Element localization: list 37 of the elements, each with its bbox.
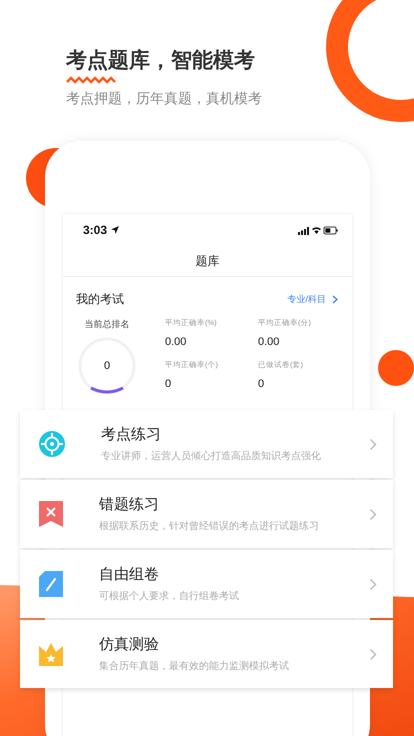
feature-title: 自由组卷	[99, 565, 160, 584]
bookmark-x-icon	[38, 500, 64, 528]
stat-value: 0.00	[258, 336, 280, 348]
chevron-icon	[369, 578, 377, 590]
zigzag-underline	[66, 76, 118, 84]
chevron-icon	[332, 295, 338, 304]
feature-description: 根据联系历史，针对曾经错误的考点进行试题练习	[99, 520, 320, 533]
ring-drawing	[77, 336, 137, 396]
feature-description: 可根据个人要求，自行组卷考试	[99, 590, 240, 603]
feature-card[interactable]: 仿真测验 集合历年真题，最有效的能力监测模拟考试	[20, 620, 393, 688]
feature-description: 集合历年真题，最有效的能力监测模拟考试	[99, 660, 290, 673]
feature-title: 仿真测验	[99, 635, 160, 654]
rank-label: 当前总排名	[84, 318, 130, 331]
status-icons	[298, 226, 338, 234]
feature-description: 专业讲师，运营人员倾心打造高品质知识考点强化	[101, 450, 322, 463]
feature-card[interactable]: 考点练习 专业讲师，运营人员倾心打造高品质知识考点强化	[20, 410, 393, 478]
feature-card[interactable]: 错题练习 根据联系历史，针对曾经错误的考点进行试题练习	[20, 480, 393, 548]
rank-value: 0	[104, 360, 110, 372]
stat-value: 0.00	[165, 336, 188, 348]
feature-card[interactable]: 自由组卷 可根据个人要求，自行组卷考试	[20, 550, 393, 618]
status-time: 3:03	[83, 223, 108, 237]
feature-title: 考点练习	[101, 425, 162, 444]
feature-title: 错题练习	[99, 495, 160, 514]
chevron-icon	[369, 438, 377, 450]
pencil-document-icon	[38, 570, 64, 598]
subtitle: 考点押题，历年真题，真机模考	[66, 90, 262, 108]
chevron-icon	[369, 508, 377, 520]
circle-decoration	[378, 350, 414, 386]
stat-value: 0	[258, 378, 266, 390]
stat-value: 0	[165, 378, 172, 390]
section-title: 我的考试	[76, 291, 124, 308]
headline: 考点题库，智能模考	[66, 48, 255, 74]
chevron-icon	[369, 648, 377, 660]
subject-link[interactable]: 专业/科目	[287, 293, 338, 306]
location-icon	[111, 226, 120, 234]
target-icon	[38, 430, 66, 458]
nav-title: 题库	[196, 252, 220, 270]
